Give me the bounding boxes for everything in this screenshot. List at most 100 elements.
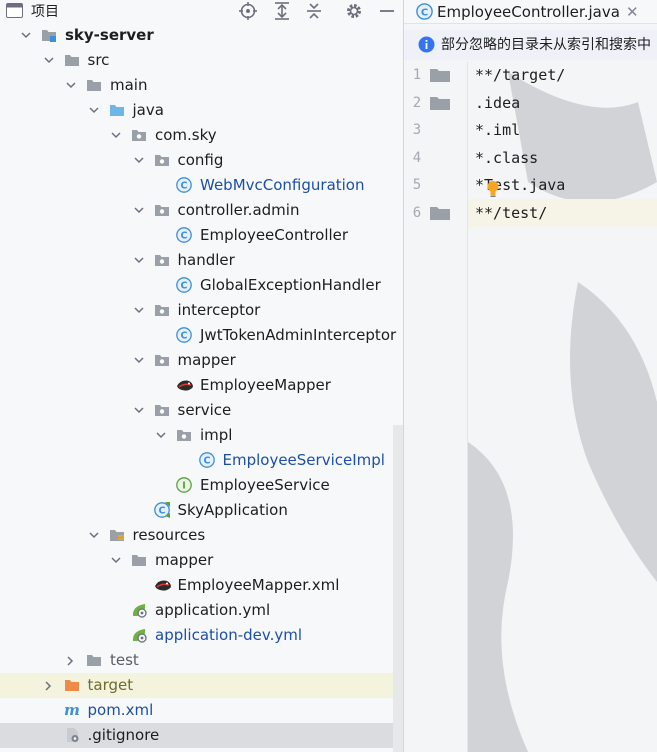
- tree-item-label: main: [110, 76, 148, 94]
- collapse-all-icon[interactable]: [304, 1, 324, 21]
- folder-icon: [64, 52, 80, 68]
- code-line[interactable]: **/target/: [475, 65, 565, 85]
- project-window-icon: [6, 3, 23, 18]
- tree-item-label: SkyApplication: [177, 501, 288, 519]
- tree-row[interactable]: C SkyApplication: [0, 498, 404, 523]
- editor-area: C EmployeeController.java ✕ 部分忽略的目录未从索引和…: [404, 0, 657, 752]
- tree-row[interactable]: .gitignore: [0, 723, 404, 748]
- code-line[interactable]: .idea: [475, 93, 520, 113]
- tree-row[interactable]: com.sky: [0, 123, 404, 148]
- close-icon[interactable]: ✕: [626, 2, 639, 22]
- chevron-down-icon[interactable]: [21, 31, 31, 39]
- chevron-right-icon[interactable]: [66, 656, 74, 666]
- package-icon: [154, 302, 170, 318]
- tree-item-label: EmployeeServiceImpl: [222, 451, 385, 469]
- tree-row[interactable]: main: [0, 73, 404, 98]
- chevron-down-icon[interactable]: [66, 81, 76, 89]
- code-line[interactable]: *.class: [475, 148, 538, 168]
- code-line[interactable]: **/test/: [475, 203, 547, 223]
- tree-item-label: com.sky: [155, 126, 217, 144]
- tree-row[interactable]: interceptor: [0, 298, 404, 323]
- tree-row[interactable]: src: [0, 48, 404, 73]
- tree-row[interactable]: C GlobalExceptionHandler: [0, 273, 404, 298]
- spring-config-icon: [131, 602, 147, 618]
- tab-employee-controller[interactable]: C EmployeeController.java ✕: [404, 0, 657, 24]
- svg-text:C: C: [203, 456, 210, 467]
- tree-row[interactable]: C EmployeeController: [0, 223, 404, 248]
- folder-icon: [430, 68, 450, 82]
- gear-icon[interactable]: [344, 1, 364, 21]
- tree-row[interactable]: service: [0, 398, 404, 423]
- tree-row[interactable]: impl: [0, 423, 404, 448]
- chevron-down-icon[interactable]: [133, 406, 144, 414]
- minimize-icon[interactable]: [377, 1, 397, 21]
- tree-row[interactable]: C WebMvcConfiguration: [0, 173, 404, 198]
- tree-row[interactable]: EmployeeMapper.xml: [0, 573, 404, 598]
- java-class-icon: C: [176, 177, 192, 193]
- chevron-down-icon[interactable]: [133, 356, 144, 364]
- spring-config-icon: [131, 627, 147, 643]
- java-class-icon: C: [416, 3, 433, 24]
- chevron-down-icon[interactable]: [88, 106, 99, 114]
- tree-item-label: WebMvcConfiguration: [200, 176, 365, 194]
- expand-all-icon[interactable]: [272, 1, 292, 21]
- chevron-down-icon[interactable]: [133, 206, 144, 214]
- tree-item-label: GlobalExceptionHandler: [200, 276, 381, 294]
- editor-tab-bar: C EmployeeController.java ✕: [404, 0, 657, 24]
- tree-row[interactable]: m pom.xml: [0, 698, 404, 723]
- chevron-down-icon[interactable]: [111, 556, 121, 564]
- lightbulb-icon[interactable]: [486, 180, 500, 202]
- tree-row[interactable]: I EmployeeService: [0, 473, 404, 498]
- tree-row[interactable]: sky-server: [0, 23, 404, 48]
- notice-banner: 部分忽略的目录未从索引和搜索中: [404, 30, 657, 60]
- tree-item-label: impl: [200, 426, 233, 444]
- folder-icon: [430, 96, 450, 110]
- tree-item-label: controller.admin: [177, 201, 300, 219]
- tree-item-label: mapper: [177, 351, 236, 369]
- project-header: 项目: [0, 0, 404, 22]
- chevron-down-icon[interactable]: [156, 431, 166, 439]
- tree-row[interactable]: resources: [0, 523, 404, 548]
- tree-row[interactable]: C JwtTokenAdminInterceptor: [0, 323, 404, 348]
- package-icon: [154, 252, 170, 268]
- tree-item-label: test: [110, 651, 139, 669]
- line-number: 5: [412, 177, 422, 193]
- chevron-down-icon[interactable]: [43, 56, 54, 64]
- maven-icon: m: [64, 702, 80, 718]
- tree-row[interactable]: test: [0, 648, 404, 673]
- line-gutter: 1 2 3 4 5 6: [404, 62, 468, 752]
- crosshair-icon[interactable]: [238, 1, 258, 21]
- chevron-down-icon[interactable]: [88, 531, 99, 539]
- chevron-down-icon[interactable]: [133, 156, 144, 164]
- chevron-down-icon[interactable]: [133, 256, 144, 264]
- tree-row[interactable]: mapper: [0, 348, 404, 373]
- tree-item-label: EmployeeMapper: [200, 376, 331, 394]
- java-class-icon: C: [198, 452, 215, 468]
- svg-text:I: I: [182, 481, 186, 492]
- code-line[interactable]: *.iml: [475, 120, 520, 140]
- svg-text:C: C: [421, 7, 428, 18]
- chevron-right-icon[interactable]: [44, 681, 52, 691]
- chevron-down-icon[interactable]: [133, 306, 144, 314]
- mybatis-icon: [176, 377, 193, 393]
- tree-row[interactable]: target: [0, 673, 404, 698]
- java-class-icon: C: [176, 227, 192, 243]
- chevron-down-icon[interactable]: [111, 131, 121, 139]
- spring-boot-class-icon: C: [153, 502, 170, 518]
- tree-row[interactable]: config: [0, 148, 404, 173]
- line-number: 6: [412, 204, 422, 221]
- tree-row[interactable]: java: [0, 98, 404, 123]
- svg-text:C: C: [181, 281, 188, 292]
- tree-row[interactable]: EmployeeMapper: [0, 373, 404, 398]
- tree-row[interactable]: mapper: [0, 548, 404, 573]
- tree-row[interactable]: application.yml: [0, 598, 404, 623]
- tree-row[interactable]: application-dev.yml: [0, 623, 404, 648]
- project-title[interactable]: 项目: [31, 1, 59, 21]
- tab-label: EmployeeController.java: [437, 3, 620, 21]
- tree-row[interactable]: C EmployeeServiceImpl: [0, 448, 404, 473]
- line-number: 2: [412, 94, 422, 111]
- tree-item-label: mapper: [155, 551, 214, 569]
- tree-row[interactable]: controller.admin: [0, 198, 404, 223]
- project-tool-window: 项目 sky-server src main java com.sky config C We…: [0, 0, 404, 752]
- tree-row[interactable]: handler: [0, 248, 404, 273]
